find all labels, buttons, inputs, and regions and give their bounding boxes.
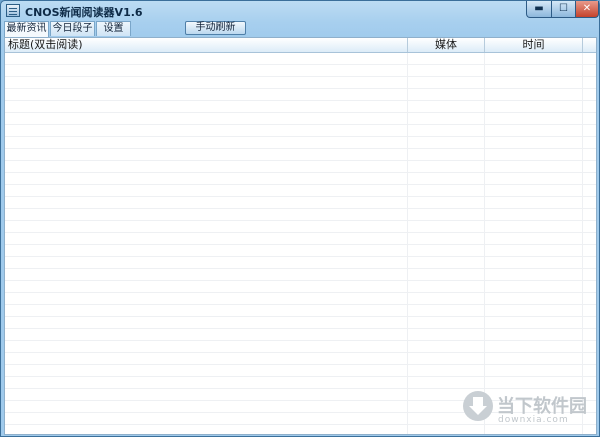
tab-daily-jokes[interactable]: 今日段子 (50, 21, 95, 36)
news-list[interactable]: 标题(双击阅读) 媒体 时间 (4, 37, 597, 435)
tab-latest-news[interactable]: 最新资讯 (4, 21, 49, 37)
minimize-button[interactable]: ▬ (526, 1, 552, 18)
download-arrow-icon (463, 391, 493, 421)
watermark: 当下软件园 downxia.com (463, 389, 598, 431)
column-divider (484, 53, 485, 434)
app-window: CNOS新闻阅读器V1.6 ▬ ☐ ✕ 最新资讯 今日段子 设置 手动刷新 标题… (0, 0, 600, 437)
window-title: CNOS新闻阅读器V1.6 (25, 6, 143, 19)
column-divider (582, 53, 583, 434)
list-rows[interactable] (5, 53, 596, 434)
manual-refresh-button[interactable]: 手动刷新 (185, 21, 246, 35)
close-button[interactable]: ✕ (575, 1, 599, 18)
column-header-filler (582, 38, 596, 52)
tab-settings[interactable]: 设置 (96, 21, 131, 36)
app-icon (6, 4, 20, 17)
tab-bar: 最新资讯 今日段子 设置 手动刷新 (1, 21, 599, 37)
column-header-time[interactable]: 时间 (484, 38, 582, 52)
column-header-media[interactable]: 媒体 (407, 38, 484, 52)
watermark-subtext: downxia.com (498, 415, 569, 425)
title-bar[interactable]: CNOS新闻阅读器V1.6 ▬ ☐ ✕ (1, 1, 599, 21)
maximize-button[interactable]: ☐ (551, 1, 576, 18)
column-header-title[interactable]: 标题(双击阅读) (8, 38, 408, 52)
column-divider (407, 53, 408, 434)
list-header: 标题(双击阅读) 媒体 时间 (5, 38, 596, 53)
